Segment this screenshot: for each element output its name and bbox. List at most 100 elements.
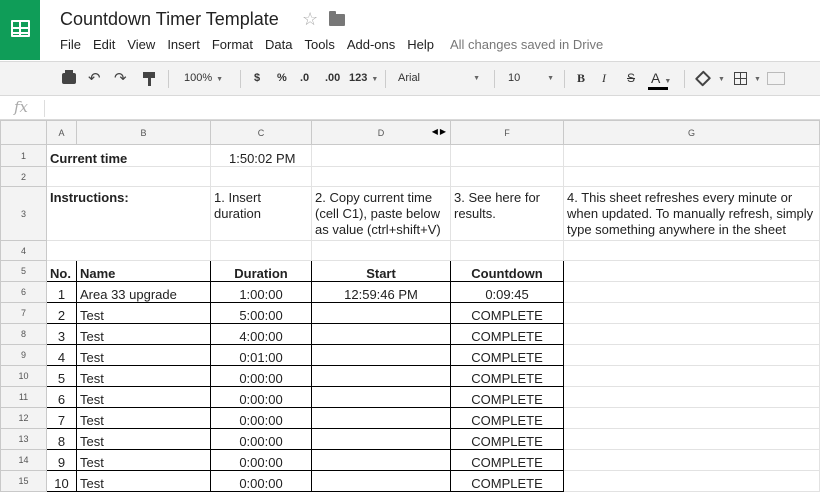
- row-header[interactable]: 2: [0, 166, 47, 187]
- increase-decimals-button[interactable]: .00: [325, 62, 340, 95]
- cell-name[interactable]: Test: [76, 386, 211, 408]
- cell-name[interactable]: Test: [76, 428, 211, 450]
- undo-icon[interactable]: ↶: [88, 71, 101, 86]
- cell-countdown[interactable]: COMPLETE: [450, 386, 564, 408]
- more-formats-select[interactable]: 123 ▼: [349, 62, 378, 95]
- cell-start[interactable]: [311, 428, 451, 450]
- menu-tools[interactable]: Tools: [304, 37, 334, 53]
- cell-start[interactable]: [311, 470, 451, 492]
- cell-start[interactable]: [311, 407, 451, 429]
- redo-icon[interactable]: ↷: [114, 71, 127, 86]
- bold-button[interactable]: B: [577, 62, 585, 95]
- cell-countdown[interactable]: COMPLETE: [450, 449, 564, 471]
- menu-addons[interactable]: Add-ons: [347, 37, 395, 53]
- cell-d4[interactable]: [311, 240, 451, 261]
- cell-countdown[interactable]: COMPLETE: [450, 428, 564, 450]
- column-header-b[interactable]: B: [76, 120, 211, 145]
- cell-countdown[interactable]: COMPLETE: [450, 344, 564, 366]
- menu-view[interactable]: View: [127, 37, 155, 53]
- menu-help[interactable]: Help: [407, 37, 434, 53]
- cell-name[interactable]: Test: [76, 365, 211, 387]
- cell-d2[interactable]: [311, 166, 451, 187]
- cell-countdown[interactable]: COMPLETE: [450, 365, 564, 387]
- cell-duration[interactable]: 4:00:00: [210, 323, 312, 345]
- cell-duration[interactable]: 0:01:00: [210, 344, 312, 366]
- row-header[interactable]: 1: [0, 144, 47, 167]
- cell-duration[interactable]: 0:00:00: [210, 449, 312, 471]
- cell-name[interactable]: Test: [76, 449, 211, 471]
- borders-icon[interactable]: [734, 72, 747, 85]
- menu-insert[interactable]: Insert: [167, 37, 200, 53]
- chevron-down-icon[interactable]: ▼: [750, 62, 761, 95]
- cell-duration[interactable]: 0:00:00: [210, 407, 312, 429]
- row-header[interactable]: 4: [0, 240, 47, 261]
- cell-start[interactable]: [311, 302, 451, 324]
- row-header[interactable]: 8: [0, 323, 47, 345]
- menu-data[interactable]: Data: [265, 37, 292, 53]
- fill-color-icon[interactable]: [694, 70, 712, 87]
- cell-g2[interactable]: [563, 166, 820, 187]
- cell-start[interactable]: [311, 323, 451, 345]
- chevron-down-icon[interactable]: ▼: [714, 62, 725, 95]
- cell-no[interactable]: 6: [46, 386, 77, 408]
- cell-duration[interactable]: 1:00:00: [210, 281, 312, 303]
- menu-format[interactable]: Format: [212, 37, 253, 53]
- cell-start[interactable]: [311, 365, 451, 387]
- cell-countdown[interactable]: COMPLETE: [450, 302, 564, 324]
- cell-f1[interactable]: [450, 144, 564, 167]
- cell-duration[interactable]: 0:00:00: [210, 428, 312, 450]
- row-header[interactable]: 3: [0, 186, 47, 241]
- row-header[interactable]: 12: [0, 407, 47, 429]
- cell-duration[interactable]: 0:00:00: [210, 470, 312, 492]
- cell-g4[interactable]: [563, 240, 820, 261]
- cell-g[interactable]: [563, 386, 820, 408]
- percent-format-button[interactable]: %: [277, 62, 287, 95]
- currency-format-button[interactable]: $: [254, 62, 260, 95]
- header-start[interactable]: Start: [311, 260, 451, 282]
- cell-g[interactable]: [563, 323, 820, 345]
- cell-no[interactable]: 8: [46, 428, 77, 450]
- cell-g[interactable]: [563, 449, 820, 471]
- cell-f3[interactable]: 3. See here for results.: [450, 186, 564, 241]
- header-duration[interactable]: Duration: [210, 260, 312, 282]
- cell-countdown[interactable]: 0:09:45: [450, 281, 564, 303]
- row-header[interactable]: 13: [0, 428, 47, 450]
- cell-duration[interactable]: 5:00:00: [210, 302, 312, 324]
- cell-g[interactable]: [563, 470, 820, 492]
- cell-c2[interactable]: [210, 166, 312, 187]
- menu-file[interactable]: File: [60, 37, 81, 53]
- cell-name[interactable]: Test: [76, 470, 211, 492]
- cell-start[interactable]: [311, 449, 451, 471]
- cell-f2[interactable]: [450, 166, 564, 187]
- cell-g5[interactable]: [563, 260, 820, 282]
- row-header[interactable]: 15: [0, 470, 47, 492]
- cell-name[interactable]: Test: [76, 344, 211, 366]
- cell-no[interactable]: 10: [46, 470, 77, 492]
- cell-no[interactable]: 1: [46, 281, 77, 303]
- cell-g[interactable]: [563, 428, 820, 450]
- cell-no[interactable]: 3: [46, 323, 77, 345]
- cell-g[interactable]: [563, 407, 820, 429]
- cell-duration[interactable]: 0:00:00: [210, 365, 312, 387]
- cell-d1[interactable]: [311, 144, 451, 167]
- cell-g[interactable]: [563, 365, 820, 387]
- header-countdown[interactable]: Countdown: [450, 260, 564, 282]
- column-header-d[interactable]: D ◀▶: [311, 120, 451, 145]
- cell-c3[interactable]: 1. Insert duration: [210, 186, 312, 241]
- cell-duration[interactable]: 0:00:00: [210, 386, 312, 408]
- cell-no[interactable]: 4: [46, 344, 77, 366]
- cell-name[interactable]: Test: [76, 407, 211, 429]
- cell-no[interactable]: 5: [46, 365, 77, 387]
- text-color-button[interactable]: A ▼: [651, 62, 671, 95]
- cell-name[interactable]: Test: [76, 323, 211, 345]
- document-title[interactable]: Countdown Timer Template: [60, 9, 279, 30]
- column-header-g[interactable]: G: [563, 120, 820, 145]
- italic-button[interactable]: I: [602, 62, 606, 95]
- merge-cells-icon[interactable]: [767, 72, 785, 85]
- cell-c4[interactable]: [210, 240, 312, 261]
- header-no[interactable]: No.: [46, 260, 77, 282]
- row-header[interactable]: 5: [0, 260, 47, 282]
- cell-a3[interactable]: Instructions:: [46, 186, 211, 241]
- column-header-a[interactable]: A: [46, 120, 77, 145]
- font-select[interactable]: Arial ▼: [398, 62, 482, 95]
